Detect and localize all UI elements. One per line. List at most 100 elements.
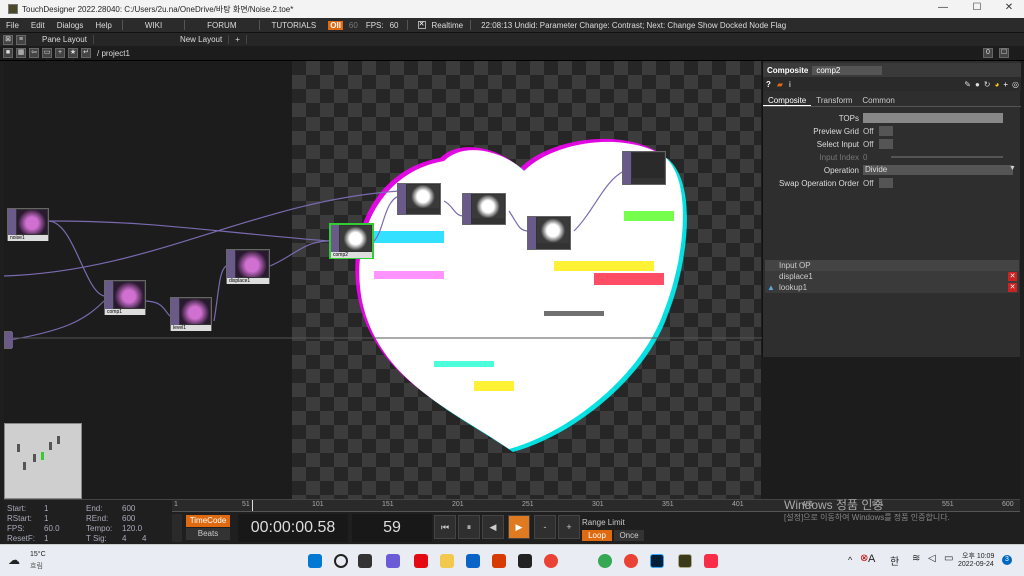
home-icon[interactable]: ■ — [3, 48, 13, 58]
operation-select[interactable]: Divide — [863, 165, 1013, 175]
settings-icon[interactable]: ◎ — [1010, 80, 1021, 89]
notification-badge[interactable]: 3 — [1002, 555, 1012, 565]
step-plus-button[interactable]: + — [558, 515, 580, 539]
network-minimap[interactable] — [4, 423, 82, 499]
weather-temp[interactable]: 15°C — [30, 551, 46, 558]
node-flag-bar[interactable] — [398, 184, 406, 214]
tsig-numerator[interactable]: 4 — [122, 534, 126, 543]
node-unnamed-3[interactable] — [527, 216, 571, 250]
playhead[interactable] — [252, 500, 253, 511]
touchdesigner-icon[interactable] — [678, 554, 692, 568]
menu-edit[interactable]: Edit — [25, 21, 51, 30]
node-label[interactable]: comp2 — [331, 252, 372, 258]
remove-icon[interactable]: ✕ — [1008, 272, 1017, 281]
step-minus-button[interactable]: - — [534, 515, 556, 539]
input-row[interactable]: displace1 ✕ — [765, 271, 1019, 282]
timecode-display[interactable]: 00:00:00.58 — [238, 514, 348, 542]
forward-icon[interactable]: ▭ — [42, 48, 52, 58]
maximize-button[interactable]: ☐ — [962, 2, 992, 16]
add-param-icon[interactable]: + — [1001, 80, 1010, 89]
input-row[interactable]: ▲ lookup1 ✕ — [765, 282, 1019, 293]
resetf-value[interactable]: 1 — [44, 534, 48, 543]
clock-date[interactable]: 2022-09-24 — [958, 561, 994, 568]
node-unnamed-1[interactable] — [397, 183, 441, 215]
play-button[interactable]: ▶ — [508, 515, 530, 539]
network-path[interactable]: / project1 — [97, 49, 130, 58]
tab-transform[interactable]: Transform — [811, 96, 857, 105]
pane-expand-icon[interactable]: ☐ — [999, 48, 1009, 58]
office-icon[interactable] — [492, 554, 506, 568]
chrome-icon[interactable] — [544, 554, 558, 568]
remove-icon[interactable]: ✕ — [1008, 283, 1017, 292]
bookmark-icon[interactable]: ★ — [68, 48, 78, 58]
tops-field[interactable] — [863, 113, 1003, 123]
op-name-field[interactable]: comp2 — [812, 65, 883, 75]
rend-value[interactable]: 600 — [122, 514, 135, 523]
task-view-icon[interactable] — [358, 554, 372, 568]
python-icon[interactable]: ▰ — [774, 80, 786, 89]
frame-display[interactable]: 59 — [352, 514, 432, 542]
tab-common[interactable]: Common — [857, 96, 899, 105]
edit-icon[interactable]: ✎ — [962, 80, 973, 89]
tutorials-button[interactable]: TUTORIALS — [264, 21, 325, 30]
back-icon[interactable]: ⇦ — [29, 48, 39, 58]
node-flag-bar[interactable] — [463, 194, 471, 224]
tsig-denominator[interactable]: 4 — [142, 534, 146, 543]
minimize-button[interactable]: — — [928, 2, 958, 16]
wiki-button[interactable]: WIKI — [127, 21, 180, 30]
menu-dialogs[interactable]: Dialogs — [51, 21, 90, 30]
menu-help[interactable]: Help — [89, 21, 117, 30]
node-unnamed-2[interactable] — [462, 193, 506, 225]
step-back-button[interactable]: ◀ — [482, 515, 504, 539]
start-icon[interactable] — [308, 554, 322, 568]
node-flag-bar[interactable] — [623, 152, 631, 184]
netflix-icon[interactable] — [414, 554, 428, 568]
close-button[interactable]: ✕ — [994, 2, 1024, 16]
tempo-value[interactable]: 120.0 — [122, 524, 142, 533]
add-layout-button[interactable]: + — [229, 35, 247, 44]
beats-button[interactable]: Beats — [186, 528, 230, 540]
photoshop-icon[interactable] — [650, 554, 664, 568]
notion-icon[interactable] — [518, 554, 532, 568]
forum-button[interactable]: FORUM — [189, 21, 254, 30]
node-partial[interactable] — [4, 331, 13, 349]
ime-mode[interactable]: A — [868, 553, 875, 565]
swap-toggle[interactable] — [879, 178, 893, 188]
node-flag-bar[interactable] — [528, 217, 536, 249]
mail-icon[interactable] — [466, 554, 480, 568]
clock-time[interactable]: 오후 10:09 — [962, 551, 994, 561]
rewind-button[interactable]: ⏮ — [434, 515, 456, 539]
node-label[interactable]: level1 — [171, 325, 211, 331]
pane-split-icon[interactable]: ⊠ — [3, 34, 13, 45]
rstart-value[interactable]: 1 — [44, 514, 48, 523]
node-displace1[interactable]: displace1 — [226, 249, 270, 284]
timecode-button[interactable]: TimeCode — [186, 515, 230, 527]
chat-icon[interactable] — [386, 554, 400, 568]
node-label[interactable]: displace1 — [227, 278, 269, 284]
loop-button[interactable]: Loop — [582, 530, 612, 541]
volume-icon[interactable]: ◁ — [928, 553, 936, 564]
realtime-checkbox[interactable]: ✕ — [417, 21, 426, 29]
chevron-up-icon[interactable]: ^ — [848, 555, 852, 565]
fps-value[interactable]: 60.0 — [44, 524, 60, 533]
once-button[interactable]: Once — [614, 530, 644, 541]
node-noise1[interactable]: noise1 — [7, 208, 49, 241]
pane-menu-icon[interactable]: ≡ — [16, 34, 26, 45]
tab-composite[interactable]: Composite — [763, 96, 812, 106]
node-level1[interactable]: level1 — [170, 297, 212, 331]
up-level-icon[interactable]: ↵ — [81, 48, 91, 58]
input-name[interactable]: displace1 — [765, 272, 813, 281]
info-icon[interactable]: i — [786, 80, 794, 89]
select-input-toggle[interactable] — [879, 139, 893, 149]
battery-icon[interactable]: ▭ — [944, 553, 953, 564]
arrow-up-icon[interactable]: ▲ — [767, 282, 775, 293]
node-out[interactable] — [622, 151, 666, 185]
search-icon[interactable] — [334, 554, 348, 568]
color-icon[interactable]: ◕ — [993, 80, 1002, 89]
end-value[interactable]: 600 — [122, 504, 135, 513]
input-index-slider[interactable] — [891, 156, 1003, 158]
start-value[interactable]: 1 — [44, 504, 48, 513]
oii-badge[interactable]: OII — [328, 20, 343, 30]
file-explorer-icon[interactable] — [440, 554, 454, 568]
node-label[interactable]: noise1 — [8, 235, 48, 241]
